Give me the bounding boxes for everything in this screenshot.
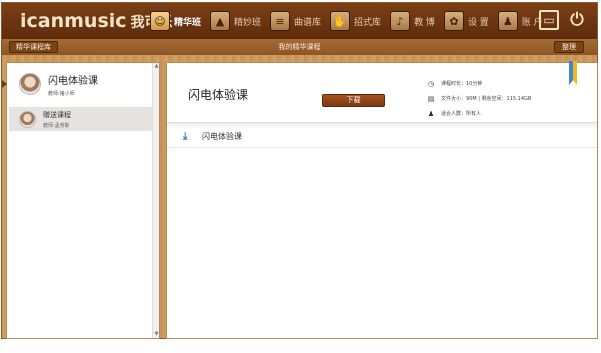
meta-duration: ◷ 课程时长：10分钟 bbox=[427, 76, 531, 91]
nav-label: 教 博 bbox=[414, 17, 435, 28]
file-name: 闪电体验课 bbox=[202, 132, 242, 141]
nav-item-jingmiao[interactable]: ▲ 精妙班 bbox=[210, 8, 261, 34]
course-info: 闪电体验课 教师:猪小师 bbox=[48, 72, 98, 97]
course-name: 闪电体验课 bbox=[48, 75, 98, 87]
course-name: 赠送课程 bbox=[43, 110, 71, 119]
nav-label: 招式库 bbox=[354, 17, 382, 28]
top-bar: icanmusic我可乐 ☺ 精华班 ▲ 精妙班 ≡ 曲谱库 ✋ 招式库 ♪ 教… bbox=[2, 3, 597, 39]
music-note-icon: ♪ bbox=[390, 11, 411, 31]
meta-audience: ♟ 适合人群：所有人 bbox=[427, 106, 531, 121]
detail-header: 闪电体验课 下载 ◷ 课程时长：10分钟 ▤ 文件大小：90M | 剩余空间：1… bbox=[167, 61, 597, 123]
nav-item-jinghua[interactable]: ☺ 精华班 bbox=[150, 8, 201, 34]
nav-label: 精华班 bbox=[174, 17, 202, 28]
nav-label: 曲谱库 bbox=[294, 17, 322, 28]
file-icon: ▤ bbox=[427, 94, 435, 103]
course-list: 闪电体验课 教师:猪小师 赠送课程 教师:孟劳斯 ▲ ▼ bbox=[2, 62, 160, 339]
minimize-button[interactable]: ▭ bbox=[539, 10, 559, 30]
user-icon: ♟ bbox=[497, 11, 518, 31]
avatar bbox=[19, 73, 41, 95]
graduation-icon: ☺ bbox=[150, 11, 170, 31]
scroll-up-icon[interactable]: ▲ bbox=[154, 64, 159, 69]
nav-item-zhaoshi[interactable]: ✋ 招式库 bbox=[330, 8, 381, 34]
download-button[interactable]: 下载 bbox=[322, 94, 385, 107]
sheet-icon: ≡ bbox=[270, 11, 291, 31]
course-item-gift[interactable]: 赠送课程 教师:孟劳斯 bbox=[9, 107, 152, 131]
main-nav: ☺ 精华班 ▲ 精妙班 ≡ 曲谱库 ✋ 招式库 ♪ 教 博 ✿ 设 置 ♟ 账 … bbox=[150, 8, 552, 34]
avatar bbox=[19, 110, 36, 128]
page-title: 我的精华课程 bbox=[278, 43, 321, 51]
course-teacher: 教师:猪小师 bbox=[48, 90, 75, 97]
scroll-down-icon[interactable]: ▼ bbox=[154, 332, 159, 337]
cap-icon: ▲ bbox=[210, 11, 231, 31]
meta-size: ▤ 文件大小：90M | 剩余空间：115.14GB bbox=[427, 91, 532, 106]
course-meta: ◷ 课程时长：10分钟 ▤ 文件大小：90M | 剩余空间：115.14GB ♟… bbox=[427, 76, 532, 121]
duration-text: 课程时长：10分钟 bbox=[441, 81, 483, 87]
organize-button[interactable]: 整理 bbox=[554, 41, 584, 53]
logo-text: icanmusic bbox=[20, 10, 127, 32]
course-item-lightning[interactable]: 闪电体验课 教师:猪小师 bbox=[7, 66, 153, 102]
course-detail: 闪电体验课 下载 ◷ 课程时长：10分钟 ▤ 文件大小：90M | 剩余空间：1… bbox=[166, 61, 598, 339]
app-window: icanmusic我可乐 ☺ 精华班 ▲ 精妙班 ≡ 曲谱库 ✋ 招式库 ♪ 教… bbox=[1, 2, 598, 339]
nav-label: 精妙班 bbox=[234, 17, 262, 28]
audience-text: 适合人群：所有人 bbox=[441, 111, 482, 117]
nav-label: 设 置 bbox=[467, 17, 489, 28]
clock-icon: ◷ bbox=[427, 79, 435, 88]
download-icon[interactable]: ⤓ bbox=[183, 131, 193, 142]
nav-item-jiaobo[interactable]: ♪ 教 博 bbox=[390, 8, 435, 34]
bookmark-icon bbox=[569, 61, 577, 85]
window-controls: ▭ ⏻ bbox=[531, 10, 587, 30]
sub-bar: 精华课程库 我的精华课程 整理 bbox=[2, 39, 597, 55]
power-button[interactable]: ⏻ bbox=[567, 10, 587, 30]
detail-title: 闪电体验课 bbox=[188, 88, 249, 102]
nav-item-settings[interactable]: ✿ 设 置 bbox=[443, 8, 489, 34]
minimize-icon: ▭ bbox=[543, 13, 555, 27]
gear-icon: ✿ bbox=[443, 11, 464, 31]
size-text: 文件大小：90M | 剩余空间：115.14GB bbox=[441, 96, 532, 102]
course-teacher: 教师:孟劳斯 bbox=[43, 122, 70, 129]
nav-item-qupu[interactable]: ≡ 曲谱库 bbox=[270, 8, 321, 34]
person-icon: ♟ bbox=[427, 109, 435, 118]
scrollbar[interactable]: ▲ ▼ bbox=[152, 63, 159, 338]
hand-icon: ✋ bbox=[330, 11, 351, 31]
power-icon: ⏻ bbox=[570, 10, 584, 30]
file-row[interactable]: ⤓ 闪电体验课 bbox=[167, 126, 597, 148]
course-info: 赠送课程 教师:孟劳斯 bbox=[43, 110, 71, 129]
